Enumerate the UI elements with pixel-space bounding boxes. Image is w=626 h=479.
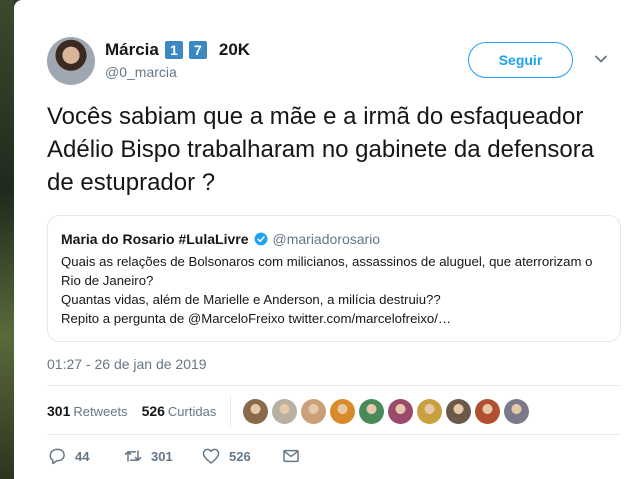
liker-avatar[interactable] xyxy=(359,398,385,424)
author-name-row: Márcia 1 7 20K xyxy=(105,40,250,60)
quoted-author-name: Maria do Rosario #LulaLivre xyxy=(61,231,249,247)
tweet-text: Vocês sabiam que a mãe e a irmã do esfaq… xyxy=(47,103,595,196)
liker-avatar[interactable] xyxy=(388,398,414,424)
retweets-stat[interactable]: 301 Retweets xyxy=(47,403,128,419)
liker-avatar[interactable] xyxy=(272,398,298,424)
divider xyxy=(47,434,621,435)
liker-avatar[interactable] xyxy=(330,398,356,424)
background-photo xyxy=(0,0,14,479)
reply-count: 44 xyxy=(75,448,90,464)
tweet-actions: 44 301 526 xyxy=(47,446,309,466)
retweet-count: 301 xyxy=(151,448,173,464)
author-display-name[interactable]: Márcia xyxy=(105,40,159,60)
author-handle[interactable]: @0_marcia xyxy=(105,64,177,80)
retweet-button[interactable]: 301 xyxy=(123,446,201,466)
reply-icon xyxy=(49,448,65,465)
liker-avatar[interactable] xyxy=(301,398,327,424)
quoted-tweet-line: Repito a pergunta de @MarceloFreixo twit… xyxy=(61,311,452,326)
retweets-stat-label: Retweets xyxy=(73,404,128,419)
divider xyxy=(47,385,621,386)
liker-avatar[interactable] xyxy=(446,398,472,424)
retweet-icon xyxy=(124,450,142,462)
verified-badge-icon xyxy=(254,232,267,246)
liker-avatars xyxy=(243,398,530,424)
follow-button[interactable]: Seguir xyxy=(468,42,573,78)
envelope-icon xyxy=(283,449,299,463)
reply-button[interactable]: 44 xyxy=(47,446,123,466)
like-count: 526 xyxy=(229,448,251,464)
tweet-timestamp[interactable]: 01:27 - 26 de jan de 2019 xyxy=(47,356,207,372)
tweet-card: Márcia 1 7 20K @0_marcia Seguir Vocês sa… xyxy=(14,0,626,479)
like-button[interactable]: 526 xyxy=(201,446,281,466)
likes-stat-label: Curtidas xyxy=(167,404,217,419)
quoted-author-handle: @mariadorosario xyxy=(272,231,381,247)
quoted-tweet-line: Quantas vidas, além de Marielle e Anders… xyxy=(61,292,441,307)
quoted-tweet-line: Quais as relações de Bolsonaros com mili… xyxy=(61,254,593,288)
liker-avatar[interactable] xyxy=(475,398,501,424)
quoted-tweet[interactable]: Maria do Rosario #LulaLivre @mariadorosa… xyxy=(47,215,621,342)
chevron-down-icon[interactable] xyxy=(593,51,609,67)
engagement-stats: 301 Retweets 526 Curtidas xyxy=(47,395,530,427)
likes-stat-count: 526 xyxy=(141,403,165,419)
direct-message-button[interactable] xyxy=(281,446,309,466)
keycap-1-emoji: 1 xyxy=(164,41,183,59)
quoted-tweet-header: Maria do Rosario #LulaLivre @mariadorosa… xyxy=(61,231,380,247)
liker-avatar[interactable] xyxy=(417,398,443,424)
quoted-tweet-text: Quais as relações de Bolsonaros com mili… xyxy=(61,252,609,328)
heart-icon xyxy=(202,448,220,464)
stats-separator xyxy=(230,395,232,427)
liker-avatar[interactable] xyxy=(504,398,530,424)
author-name-suffix: 20K xyxy=(218,40,251,59)
retweets-stat-count: 301 xyxy=(47,403,71,419)
liker-avatar[interactable] xyxy=(243,398,269,424)
author-avatar[interactable] xyxy=(47,37,95,85)
likes-stat[interactable]: 526 Curtidas xyxy=(142,403,217,419)
keycap-7-emoji: 7 xyxy=(188,41,207,59)
